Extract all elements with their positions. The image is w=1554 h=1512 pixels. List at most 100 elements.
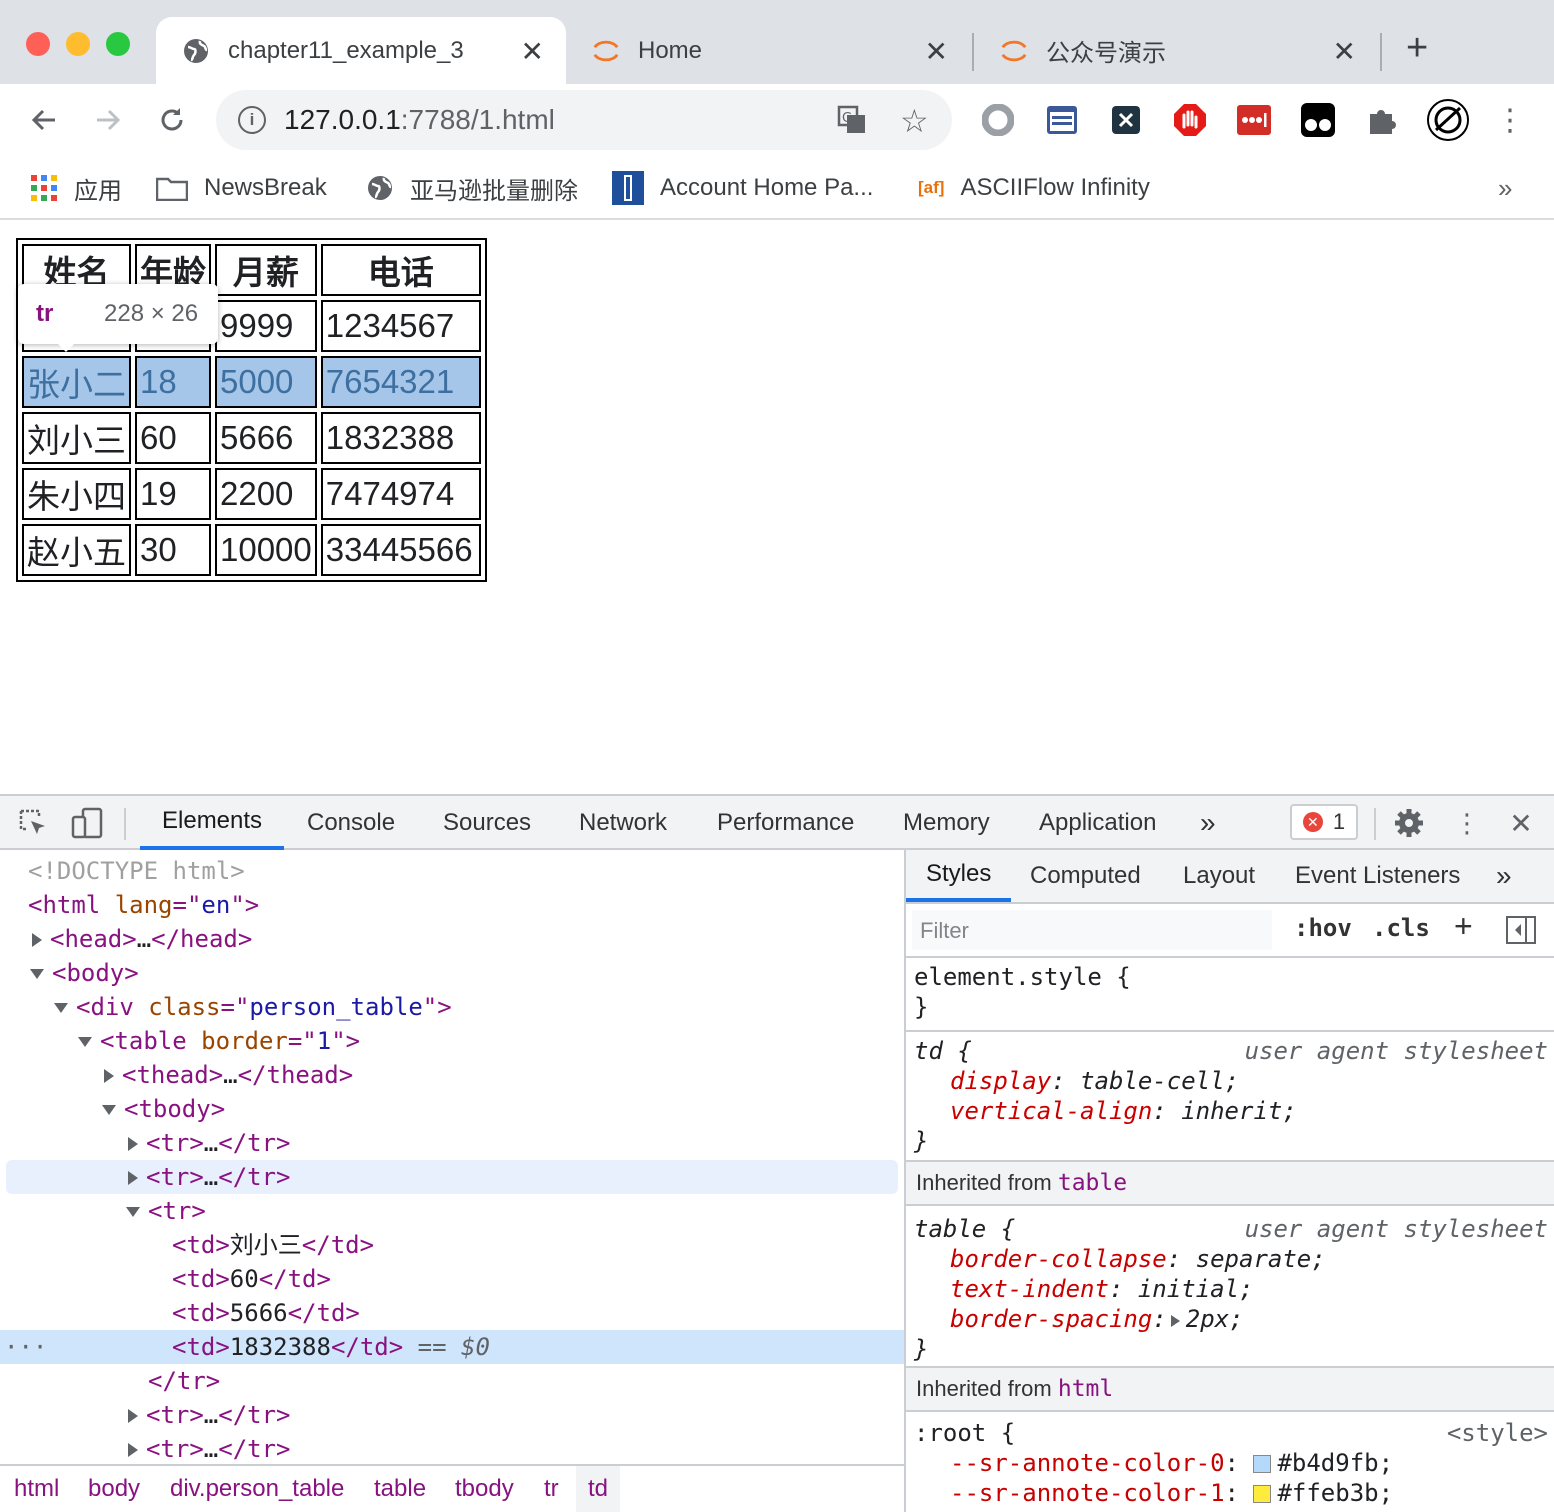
- close-devtools-icon[interactable]: ✕: [1504, 806, 1538, 840]
- dom-node-body[interactable]: <body>: [0, 956, 904, 990]
- adblock-icon[interactable]: [1172, 102, 1208, 138]
- close-icon[interactable]: ✕: [925, 35, 948, 68]
- puzzle-icon[interactable]: [1364, 102, 1400, 138]
- styles-tabs: Styles Computed Layout Event Listeners »: [906, 850, 1554, 904]
- dom-node-tr-close[interactable]: </tr>: [0, 1364, 904, 1398]
- breadcrumb-table[interactable]: table: [374, 1466, 426, 1512]
- tab-home[interactable]: Home ✕: [566, 17, 970, 84]
- tab-chapter11[interactable]: chapter11_example_3 ✕: [156, 17, 566, 84]
- device-toolbar-icon[interactable]: [70, 806, 104, 840]
- bookmark-asciiflow[interactable]: [af] ASCIIFlow Infinity: [918, 168, 1150, 208]
- breadcrumb-html[interactable]: html: [14, 1466, 59, 1512]
- color-swatch[interactable]: [1253, 1485, 1272, 1503]
- add-rule-icon[interactable]: +: [1454, 908, 1473, 945]
- tab-console[interactable]: Console: [307, 796, 395, 850]
- settings-gear-icon[interactable]: [1392, 806, 1426, 840]
- tab-strip: chapter11_example_3 ✕ Home ✕ 公众号演示 ✕ +: [0, 0, 1554, 84]
- extension-window-icon[interactable]: [1044, 102, 1080, 138]
- tab-performance[interactable]: Performance: [717, 796, 854, 850]
- dom-node-tr[interactable]: <tr>…</tr>: [0, 1398, 904, 1432]
- tab-wechat-demo[interactable]: 公众号演示 ✕: [974, 17, 1378, 84]
- forward-icon[interactable]: [88, 100, 128, 140]
- cell-phone: 1234567: [320, 300, 481, 352]
- bookmark-star-icon[interactable]: ☆: [900, 102, 929, 140]
- maximize-window-button[interactable]: [106, 32, 130, 56]
- cell-age: 60: [135, 412, 211, 464]
- reload-icon[interactable]: [152, 100, 192, 140]
- back-icon[interactable]: [24, 100, 64, 140]
- info-icon[interactable]: i: [238, 106, 266, 134]
- breadcrumb-body[interactable]: body: [88, 1466, 140, 1512]
- dom-node-doctype[interactable]: <!DOCTYPE html>: [0, 854, 904, 888]
- page-viewport: 姓名 年龄 月薪 电话 9999 1234567 张小二 18 5000 765…: [0, 222, 1554, 794]
- tab-memory[interactable]: Memory: [903, 796, 990, 850]
- dom-node-div[interactable]: <div class="person_table">: [0, 990, 904, 1024]
- styles-filter-input[interactable]: Filter: [912, 910, 1272, 950]
- more-style-tabs-button[interactable]: »: [1496, 850, 1512, 902]
- devtools-menu-icon[interactable]: ⋮: [1450, 806, 1484, 840]
- bookmarks-overflow-button[interactable]: »: [1498, 168, 1512, 208]
- tab-styles[interactable]: Styles: [906, 850, 1012, 902]
- address-bar[interactable]: i 127.0.0.1:7788/1.html G ☆: [216, 90, 952, 150]
- styles-panel: Styles Computed Layout Event Listeners »…: [906, 850, 1554, 1512]
- bookmark-amazon-delete[interactable]: 亚马逊批量删除: [366, 168, 578, 208]
- extension-x-icon[interactable]: [1108, 102, 1144, 138]
- dom-node-table[interactable]: <table border="1">: [0, 1024, 904, 1058]
- more-tabs-button[interactable]: »: [1200, 796, 1216, 850]
- toggle-sidebar-icon[interactable]: [1506, 916, 1536, 949]
- tab-sources[interactable]: Sources: [443, 796, 531, 850]
- bookmark-newsbreak[interactable]: NewsBreak: [156, 168, 327, 208]
- dom-node-td[interactable]: <td>5666</td>: [0, 1296, 904, 1330]
- translate-icon[interactable]: G: [836, 104, 868, 141]
- profile-avatar[interactable]: [1426, 98, 1470, 142]
- tab-event-listeners[interactable]: Event Listeners: [1295, 850, 1460, 902]
- dom-node-td[interactable]: <td>刘小三</td>: [0, 1228, 904, 1262]
- cell-phone: 1832388: [320, 412, 481, 464]
- close-icon[interactable]: ✕: [521, 35, 544, 68]
- expand-shorthand-icon[interactable]: [1170, 1315, 1180, 1327]
- tab-network[interactable]: Network: [579, 796, 667, 850]
- dom-node-html[interactable]: <html lang="en">: [0, 888, 904, 922]
- dom-node-td-selected[interactable]: ··· <td>1832388</td> == $0: [0, 1330, 904, 1364]
- dom-node-tbody[interactable]: <tbody>: [0, 1092, 904, 1126]
- bookmark-label: ASCIIFlow Infinity: [960, 174, 1150, 201]
- color-swatch[interactable]: [1253, 1455, 1272, 1473]
- new-tab-button[interactable]: +: [1406, 28, 1428, 68]
- tab-application[interactable]: Application: [1039, 796, 1156, 850]
- tab-layout[interactable]: Layout: [1183, 850, 1255, 902]
- inspect-element-icon[interactable]: [16, 806, 50, 840]
- table-row: 赵小五 30 10000 33445566: [22, 524, 481, 576]
- bookmark-apps[interactable]: 应用: [30, 168, 122, 208]
- dom-node-tr-hovered[interactable]: <tr>…</tr>: [6, 1160, 898, 1194]
- cls-toggle[interactable]: .cls: [1372, 914, 1430, 942]
- dom-node-thead[interactable]: <thead>…</thead>: [0, 1058, 904, 1092]
- tooltip-dimensions: 228 × 26: [104, 300, 199, 327]
- breadcrumb-tr[interactable]: tr: [544, 1466, 559, 1512]
- table-row: 朱小四 19 2200 7474974: [22, 468, 481, 520]
- more-menu-icon[interactable]: ⋮: [1492, 102, 1528, 138]
- inherited-from-html: Inherited from html: [906, 1366, 1554, 1412]
- minimize-window-button[interactable]: [66, 32, 90, 56]
- breadcrumb-td[interactable]: td: [576, 1466, 621, 1512]
- close-window-button[interactable]: [26, 32, 50, 56]
- table-row: 刘小三 60 5666 1832388: [22, 412, 481, 464]
- bank-icon: [612, 171, 644, 205]
- dom-node-tr-expanded[interactable]: <tr>: [0, 1194, 904, 1228]
- hov-toggle[interactable]: :hov: [1294, 914, 1352, 942]
- error-count-badge[interactable]: ✕ 1: [1290, 804, 1358, 840]
- lastpass-icon[interactable]: [1236, 102, 1272, 138]
- tampermonkey-icon[interactable]: [1300, 102, 1336, 138]
- dom-node-head[interactable]: <head>…</head>: [0, 922, 904, 956]
- dom-node-tr[interactable]: <tr>…</tr>: [0, 1126, 904, 1160]
- breadcrumb-tbody[interactable]: tbody: [455, 1466, 514, 1512]
- breadcrumb-div[interactable]: div.person_table: [170, 1466, 344, 1512]
- dom-node-td[interactable]: <td>60</td>: [0, 1262, 904, 1296]
- tab-elements[interactable]: Elements: [140, 796, 285, 850]
- tab-computed[interactable]: Computed: [1030, 850, 1141, 902]
- extension-circle-icon[interactable]: [980, 102, 1016, 138]
- cell-age: 30: [135, 524, 211, 576]
- bookmark-account-home[interactable]: Account Home Pa...: [612, 168, 873, 208]
- close-icon[interactable]: ✕: [1333, 35, 1356, 68]
- dom-breadcrumb: html body div.person_table table tbody t…: [0, 1464, 904, 1512]
- dom-node-tr[interactable]: <tr>…</tr>: [0, 1432, 904, 1464]
